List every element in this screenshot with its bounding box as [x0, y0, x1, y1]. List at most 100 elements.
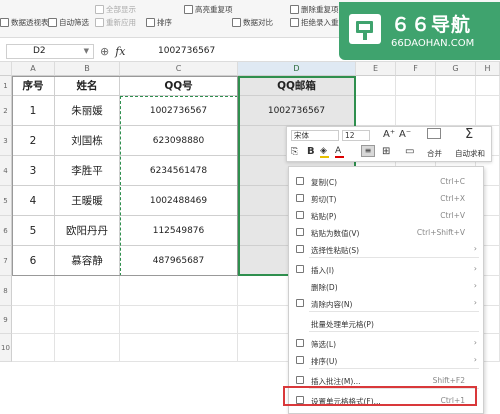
cell[interactable] [120, 306, 238, 334]
sigma-icon[interactable]: Σ [465, 127, 473, 142]
menu-separator [309, 331, 479, 332]
font-select[interactable]: 宋体 [291, 130, 339, 141]
insert-icon [296, 265, 304, 273]
chevron-down-icon[interactable]: ▼ [84, 45, 89, 58]
cell[interactable] [55, 276, 120, 306]
align-center-icon[interactable]: ≡ [361, 145, 375, 157]
font-size-select[interactable]: 12 [342, 130, 370, 141]
row-header[interactable]: 10 [0, 334, 12, 362]
cell[interactable] [476, 76, 500, 96]
cell[interactable] [356, 76, 396, 96]
chevron-right-icon: › [473, 281, 477, 290]
row-header[interactable]: 4 [0, 156, 12, 186]
menu-item-shortcut: Shift+F2 [432, 376, 465, 385]
column-header[interactable]: A [12, 62, 55, 76]
context-menu-item[interactable]: 插入批注(M)... Shift+F2 [289, 370, 483, 390]
fill-icon[interactable]: ▭ [405, 146, 414, 157]
ribbon-button[interactable]: 排序 [146, 17, 172, 28]
cell[interactable] [436, 76, 476, 96]
borders-icon[interactable]: ⊞ [382, 146, 390, 157]
cell[interactable] [476, 96, 500, 126]
menu-separator [309, 257, 479, 258]
column-header[interactable]: B [55, 62, 120, 76]
ribbon-button[interactable]: 高亮重复项 [184, 4, 233, 15]
column-header[interactable]: H [476, 62, 500, 76]
column-header[interactable]: C [120, 62, 238, 76]
row-header[interactable]: 3 [0, 126, 12, 156]
row-header[interactable]: 6 [0, 216, 12, 246]
grow-font-icon[interactable]: A⁺ [383, 129, 395, 140]
bold-icon[interactable]: B [307, 146, 315, 157]
context-menu-item[interactable]: 选择性粘贴(S) › [289, 239, 483, 259]
row-header[interactable]: 8 [0, 276, 12, 306]
chevron-right-icon: › [473, 244, 477, 253]
context-menu-item[interactable]: 从下拉列表中选择(K)... [289, 407, 483, 413]
ribbon-button[interactable]: 全部显示 [95, 4, 136, 15]
font-color-icon[interactable]: A [335, 146, 344, 158]
autosum-label[interactable]: 自动求和 [455, 148, 485, 159]
chevron-right-icon: › [473, 338, 477, 347]
fx-icon[interactable]: fx [115, 45, 125, 58]
menu-separator [309, 368, 479, 369]
menu-item-label: 排序(U) [311, 357, 338, 366]
ribbon-button[interactable]: 数据对比 [232, 17, 273, 28]
name-box-value: D2 [33, 46, 46, 56]
select-all-corner[interactable] [0, 62, 12, 76]
ribbon-button[interactable]: 数据透视表 [0, 17, 49, 28]
column-header[interactable]: D [238, 62, 356, 76]
ribbon-label: 全部显示 [106, 5, 136, 14]
row-header[interactable]: 1 [0, 76, 12, 96]
ribbon-label: 重新应用 [106, 18, 136, 27]
cell[interactable] [55, 306, 120, 334]
table-grid-icon[interactable] [427, 128, 441, 139]
column-header[interactable]: F [396, 62, 436, 76]
ribbon-icon [290, 5, 299, 14]
filter-icon [296, 339, 304, 347]
menu-item-label: 选择性粘贴(S) [311, 246, 360, 255]
name-box[interactable]: D2 ▼ [6, 44, 94, 59]
fill-color-icon[interactable]: ◈ [320, 146, 329, 158]
menu-item-label: 设置单元格格式(F)... [311, 397, 381, 406]
row-header[interactable]: 7 [0, 246, 12, 276]
zoom-icon[interactable]: ⊕ [100, 45, 109, 58]
cell[interactable] [12, 306, 55, 334]
cell[interactable] [12, 276, 55, 306]
context-menu-item[interactable]: 批量处理单元格(P) [289, 313, 483, 333]
cell[interactable] [120, 334, 238, 362]
shrink-font-icon[interactable]: A⁻ [399, 129, 411, 140]
column-header[interactable]: E [356, 62, 396, 76]
cell[interactable] [396, 76, 436, 96]
row-header[interactable]: 5 [0, 186, 12, 216]
format-painter-icon[interactable]: ⎘ [291, 147, 298, 157]
cell[interactable] [120, 276, 238, 306]
row-header[interactable]: 2 [0, 96, 12, 126]
menu-separator [309, 388, 479, 389]
context-menu-item[interactable]: 清除内容(N) › [289, 293, 483, 313]
chevron-right-icon: › [473, 298, 477, 307]
cut-icon [296, 194, 304, 202]
mini-toolbar: 宋体 12 A⁺ A⁻ Σ ⎘ B ◈ A ≡ ⊞ ▭ 合并 自动求和 [286, 126, 492, 162]
ribbon-button[interactable]: 删除重复项 [290, 4, 339, 15]
clear-icon [296, 299, 304, 307]
ribbon-button[interactable]: 重新应用 [95, 17, 136, 28]
ribbon-label: 删除重复项 [301, 5, 339, 14]
merge-label[interactable]: 合并 [427, 148, 442, 159]
menu-item-shortcut: Ctrl+1 [440, 396, 465, 405]
cell[interactable] [12, 334, 55, 362]
cell[interactable] [396, 96, 436, 126]
menu-item-shortcut: Ctrl+V [440, 211, 465, 220]
formula-value[interactable]: 1002736567 [158, 46, 215, 56]
paste-special-icon [296, 245, 304, 253]
ribbon-icon [0, 18, 9, 27]
cell[interactable] [436, 96, 476, 126]
context-menu-item[interactable]: 排序(U) › [289, 350, 483, 370]
cell[interactable] [55, 334, 120, 362]
row-header[interactable]: 9 [0, 306, 12, 334]
cell[interactable] [356, 96, 396, 126]
ribbon-button[interactable]: 自动筛选 [48, 17, 89, 28]
site-logo: ６６导航 66DAOHAN.COM [339, 2, 500, 60]
ribbon-icon [290, 18, 299, 27]
menu-item-label: 剪切(T) [311, 195, 337, 204]
column-header[interactable]: G [436, 62, 476, 76]
ribbon-label: 高亮重复项 [195, 5, 233, 14]
